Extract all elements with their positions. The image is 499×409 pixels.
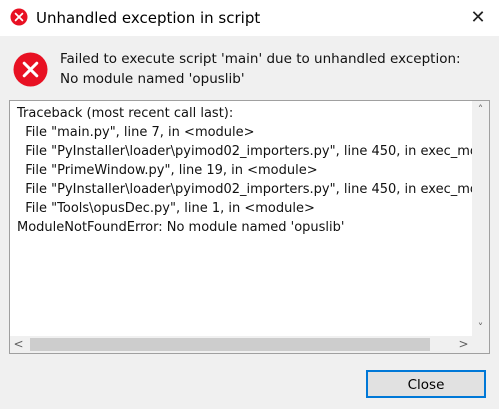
traceback-line: Traceback (most recent call last): [17, 106, 234, 121]
scroll-down-icon[interactable]: ˅ [472, 319, 489, 336]
error-message: Failed to execute script 'main' due to u… [60, 51, 461, 67]
error-detail: No module named 'opuslib' [60, 71, 245, 87]
title-bar[interactable]: Unhandled exception in script ✕ [0, 0, 499, 36]
vertical-scrollbar[interactable]: ˄ ˅ [472, 101, 489, 336]
scroll-left-icon[interactable]: < [10, 336, 27, 353]
traceback-line: File "Tools\opusDec.py", line 1, in <mod… [17, 201, 315, 216]
traceback-line: File "PrimeWindow.py", line 19, in <modu… [17, 163, 318, 178]
horizontal-scroll-thumb[interactable] [30, 338, 430, 351]
error-icon [13, 52, 48, 87]
traceback-line: File "PyInstaller\loader\pyimod02_import… [17, 144, 490, 159]
scroll-up-icon[interactable]: ˄ [472, 101, 489, 118]
traceback-textbox[interactable]: Traceback (most recent call last): File … [9, 100, 490, 354]
scrollbar-corner [472, 336, 489, 353]
close-icon[interactable]: ✕ [463, 6, 493, 30]
error-icon [10, 8, 28, 26]
error-dialog: Unhandled exception in script ✕ Failed t… [0, 0, 499, 409]
traceback-line: File "PyInstaller\loader\pyimod02_import… [17, 182, 490, 197]
horizontal-scrollbar[interactable]: < > [10, 336, 472, 353]
traceback-line: ModuleNotFoundError: No module named 'op… [17, 220, 345, 235]
window-title: Unhandled exception in script [36, 9, 261, 27]
scroll-right-icon[interactable]: > [455, 336, 472, 353]
close-button[interactable]: Close [366, 370, 486, 398]
traceback-line: File "main.py", line 7, in <module> [17, 125, 255, 140]
